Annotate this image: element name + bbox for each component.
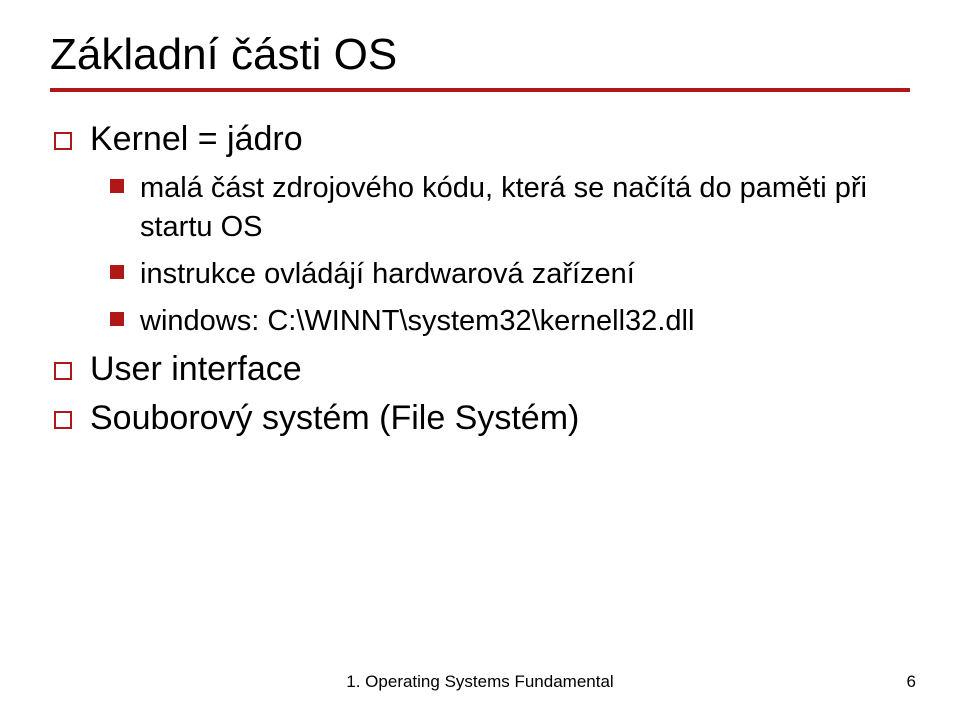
list-item-text: malá část zdrojového kódu, která se načí… [140, 169, 910, 247]
hollow-square-bullet-icon [54, 132, 72, 150]
list-item: instrukce ovládájí hardwarová zařízení [110, 255, 910, 294]
list-item-text: instrukce ovládájí hardwarová zařízení [140, 255, 635, 294]
hollow-square-bullet-icon [54, 362, 72, 380]
list-item: Kernel = jádro [54, 120, 910, 159]
list-item: windows: C:\WINNT\system32\kernell32.dll [110, 302, 910, 341]
list-item: Souborový systém (File Systém) [54, 399, 910, 438]
filled-square-bullet-icon [110, 179, 124, 193]
slide-content: Kernel = jádro malá část zdrojového kódu… [50, 120, 910, 438]
title-underline [50, 88, 910, 92]
list-item-text: Kernel = jádro [90, 120, 303, 159]
list-item-text: windows: C:\WINNT\system32\kernell32.dll [140, 302, 694, 341]
slide-title: Základní části OS [50, 30, 910, 80]
list-item-text: Souborový systém (File Systém) [90, 399, 579, 438]
list-item-text: User interface [90, 350, 302, 389]
list-item: User interface [54, 350, 910, 389]
list-item: malá část zdrojového kódu, která se načí… [110, 169, 910, 247]
page-number: 6 [907, 672, 916, 692]
slide-footer: 1. Operating Systems Fundamental [0, 672, 960, 692]
filled-square-bullet-icon [110, 265, 124, 279]
slide: Základní části OS Kernel = jádro malá čá… [0, 0, 960, 720]
hollow-square-bullet-icon [54, 411, 72, 429]
filled-square-bullet-icon [110, 312, 124, 326]
